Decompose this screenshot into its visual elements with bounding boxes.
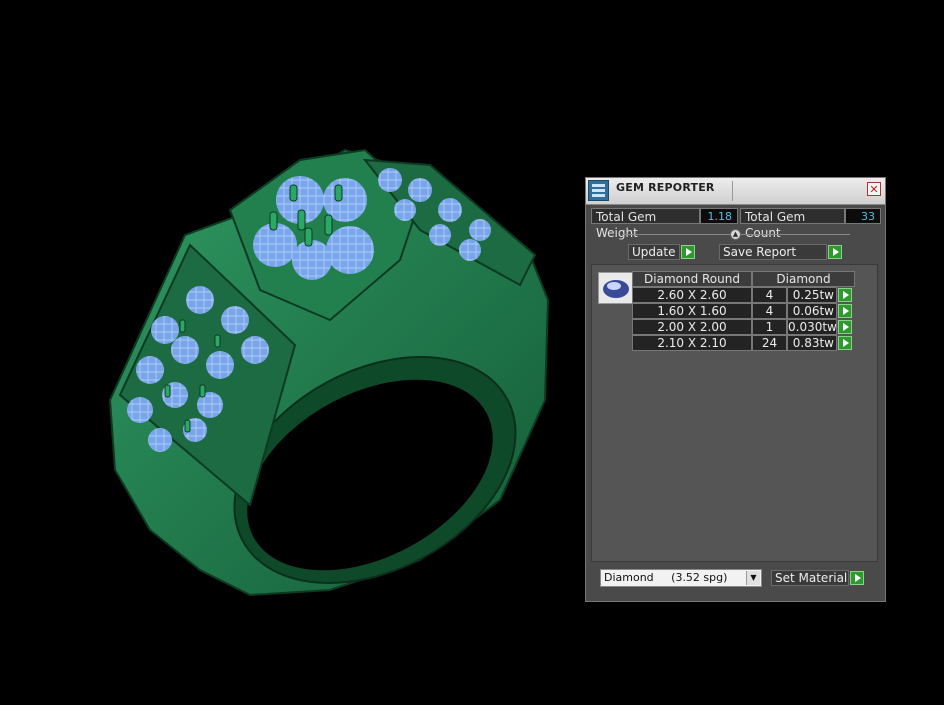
gem-size: 1.60 X 1.60 <box>632 303 752 319</box>
update-arrow-icon[interactable] <box>681 245 695 259</box>
set-material-button[interactable]: Set Material <box>771 570 849 586</box>
gem-count: 4 <box>752 287 787 303</box>
total-gem-weight-label: Total Gem Weight <box>591 208 700 240</box>
collapse-knob-icon[interactable]: ▲ <box>730 229 741 240</box>
save-report-arrow-icon[interactable] <box>828 245 842 259</box>
save-report-button[interactable]: Save Report <box>719 244 827 260</box>
total-gem-count-value: 33 <box>845 208 881 224</box>
set-material-arrow-icon[interactable] <box>850 571 864 585</box>
update-button[interactable]: Update <box>628 244 680 260</box>
ring-model <box>108 148 550 597</box>
row-select-arrow-icon[interactable] <box>838 288 852 302</box>
material-select[interactable]: Diamond (3.52 spg) ▼ <box>600 569 762 587</box>
panel-title: GEM REPORTER <box>616 181 715 194</box>
3d-viewport[interactable] <box>0 0 560 701</box>
gem-count: 4 <box>752 303 787 319</box>
chevron-down-icon[interactable]: ▼ <box>746 571 760 585</box>
gem-weight: 0.83tw <box>787 335 837 351</box>
gem-reporter-icon <box>588 180 609 201</box>
panel-titlebar[interactable]: GEM REPORTER ✕ <box>586 178 885 205</box>
gem-count: 1 <box>752 319 787 335</box>
gem-reporter-panel: GEM REPORTER ✕ Total Gem Weight 1.18 Tot… <box>585 177 886 602</box>
total-gem-weight-value: 1.18 <box>700 208 738 224</box>
gem-count: 24 <box>752 335 787 351</box>
material-select-value: Diamond (3.52 spg) <box>604 571 728 584</box>
gem-weight: 0.06tw <box>787 303 837 319</box>
gem-size: 2.10 X 2.10 <box>632 335 752 351</box>
column-header-material: Diamond <box>752 271 855 287</box>
diamond-gem-icon <box>598 272 634 304</box>
gem-size: 2.00 X 2.00 <box>632 319 752 335</box>
gem-size: 2.60 X 2.60 <box>632 287 752 303</box>
total-gem-count-label: Total Gem Count <box>740 208 845 240</box>
row-select-arrow-icon[interactable] <box>838 336 852 350</box>
close-icon[interactable]: ✕ <box>867 182 881 196</box>
gem-list: Diamond Round Diamond 2.60 X 2.60 4 0.25… <box>591 264 878 562</box>
gem-weight: 0.030tw <box>787 319 837 335</box>
row-select-arrow-icon[interactable] <box>838 304 852 318</box>
title-separator <box>732 181 733 201</box>
column-header-shape: Diamond Round <box>632 271 752 287</box>
row-select-arrow-icon[interactable] <box>838 320 852 334</box>
gem-weight: 0.25tw <box>787 287 837 303</box>
